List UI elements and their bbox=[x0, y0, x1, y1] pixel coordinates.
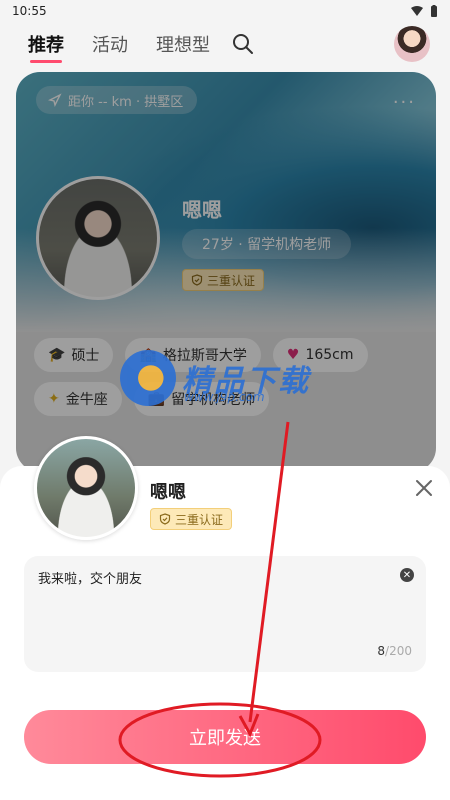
watermark-url: www.j9p.com bbox=[184, 390, 265, 404]
sheet-verify-label: 三重认证 bbox=[175, 512, 224, 527]
search-icon[interactable] bbox=[232, 33, 254, 55]
greeting-sheet: 嗯嗯 三重认证 我来啦，交个朋友 ✕ 8/200 立即发送 bbox=[0, 436, 450, 800]
message-input[interactable]: 我来啦，交个朋友 ✕ 8/200 bbox=[24, 556, 426, 672]
watermark-logo bbox=[120, 350, 176, 406]
status-time: 10:55 bbox=[12, 4, 47, 18]
close-icon[interactable] bbox=[412, 476, 436, 500]
battery-icon bbox=[431, 4, 437, 17]
wifi-icon bbox=[411, 6, 423, 16]
shield-icon bbox=[159, 513, 171, 525]
char-counter: 8/200 bbox=[377, 644, 412, 658]
tab-activity[interactable]: 活动 bbox=[92, 31, 128, 57]
site-watermark: 精品下载 www.j9p.com bbox=[120, 350, 310, 406]
message-text: 我来啦，交个朋友 bbox=[38, 572, 143, 587]
send-button[interactable]: 立即发送 bbox=[24, 710, 426, 764]
status-bar: 10:55 bbox=[0, 0, 450, 22]
sheet-verify-badge: 三重认证 bbox=[150, 508, 233, 530]
clear-icon[interactable]: ✕ bbox=[400, 568, 414, 582]
top-nav: 推荐 活动 理想型 bbox=[0, 24, 450, 64]
user-avatar[interactable] bbox=[394, 26, 430, 62]
modal-dim-overlay bbox=[16, 72, 436, 472]
sheet-avatar bbox=[34, 436, 138, 540]
tab-recommend[interactable]: 推荐 bbox=[28, 31, 64, 63]
profile-card[interactable]: 距你 -- km · 拱墅区 ··· 嗯嗯 27岁 · 留学机构老师 三重认证 … bbox=[16, 72, 436, 472]
sheet-name: 嗯嗯 bbox=[150, 482, 186, 503]
tab-ideal-type[interactable]: 理想型 bbox=[156, 31, 210, 57]
